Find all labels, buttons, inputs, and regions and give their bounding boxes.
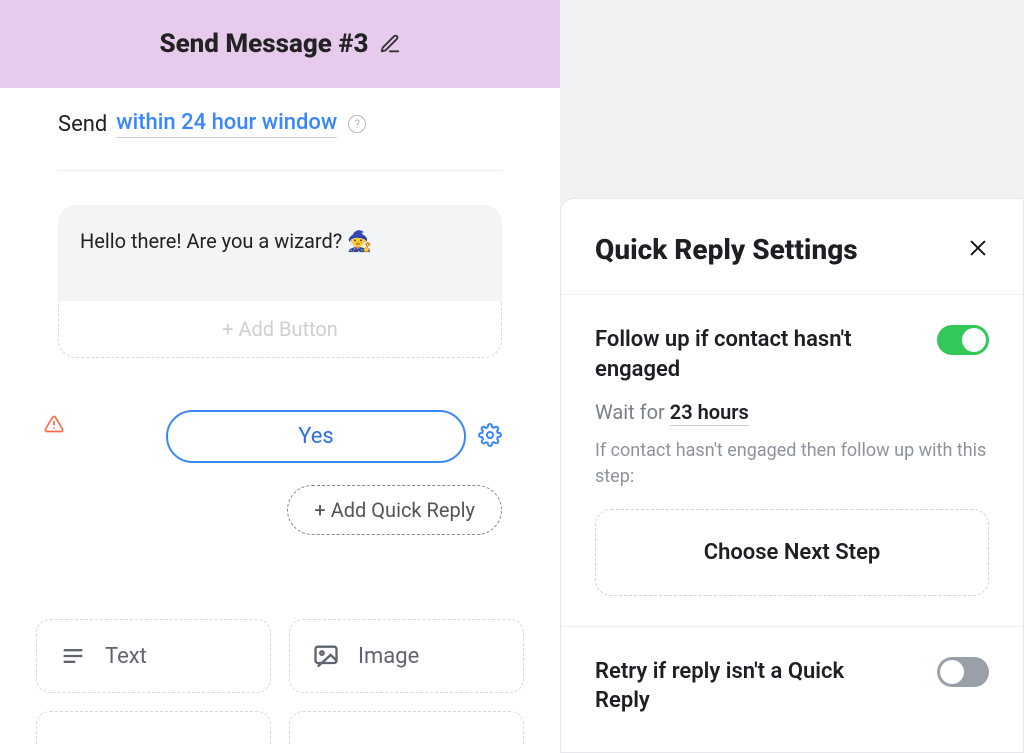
builder-header: Send Message #3 bbox=[0, 0, 560, 88]
panel-title: Quick Reply Settings bbox=[595, 233, 858, 266]
help-icon[interactable]: ? bbox=[348, 115, 366, 133]
app-root: Send Message #3 Send within 24 hour wind… bbox=[0, 0, 1024, 753]
content-type-cards: Text Image bbox=[0, 619, 560, 693]
retry-label: Retry if reply isn't a Quick Reply bbox=[595, 657, 895, 716]
add-image-card[interactable]: Image bbox=[289, 619, 524, 693]
add-quick-reply-button[interactable]: + Add Quick Reply bbox=[287, 485, 502, 535]
add-card-4[interactable] bbox=[289, 711, 524, 745]
warning-icon[interactable] bbox=[44, 414, 64, 438]
wait-value[interactable]: 23 hours bbox=[670, 400, 749, 426]
gear-icon[interactable] bbox=[478, 423, 502, 451]
followup-section: Follow up if contact hasn't engaged Wait… bbox=[561, 295, 1023, 627]
choose-next-step-button[interactable]: Choose Next Step bbox=[595, 509, 989, 596]
panel-header: Quick Reply Settings bbox=[561, 199, 1023, 295]
add-button[interactable]: + Add Button bbox=[58, 301, 502, 358]
quick-reply-pill[interactable]: Yes bbox=[166, 410, 466, 463]
content-type-cards-2 bbox=[0, 711, 560, 745]
quick-reply-row: Yes bbox=[58, 410, 502, 463]
followup-label: Follow up if contact hasn't engaged bbox=[595, 325, 895, 384]
send-timing-link[interactable]: within 24 hour window bbox=[116, 110, 337, 138]
add-quick-reply-row: + Add Quick Reply bbox=[58, 485, 502, 535]
retry-row: Retry if reply isn't a Quick Reply bbox=[595, 657, 989, 716]
wait-prefix: Wait for bbox=[595, 400, 665, 424]
message-builder-pane: Send Message #3 Send within 24 hour wind… bbox=[0, 0, 560, 753]
message-block: Hello there! Are you a wizard? 🧙 + Add B… bbox=[58, 205, 502, 358]
settings-pane: Quick Reply Settings Follow up if contac… bbox=[560, 0, 1024, 753]
close-icon[interactable] bbox=[967, 237, 989, 263]
divider bbox=[58, 170, 502, 171]
add-text-card[interactable]: Text bbox=[36, 619, 271, 693]
followup-toggle[interactable] bbox=[937, 325, 989, 355]
builder-content: Send within 24 hour window ? Hello there… bbox=[0, 88, 560, 547]
add-image-label: Image bbox=[358, 644, 419, 669]
add-text-label: Text bbox=[105, 644, 147, 669]
retry-toggle[interactable] bbox=[937, 657, 989, 687]
followup-row: Follow up if contact hasn't engaged bbox=[595, 325, 989, 384]
edit-title-icon[interactable] bbox=[379, 33, 401, 55]
retry-section: Retry if reply isn't a Quick Reply bbox=[561, 627, 1023, 728]
send-timing-row: Send within 24 hour window ? bbox=[58, 110, 502, 138]
message-text[interactable]: Hello there! Are you a wizard? 🧙 bbox=[58, 205, 502, 301]
add-card-3[interactable] bbox=[36, 711, 271, 745]
wait-line: Wait for 23 hours bbox=[595, 400, 989, 424]
quick-reply-settings-panel: Quick Reply Settings Follow up if contac… bbox=[560, 198, 1024, 753]
followup-helper: If contact hasn't engaged then follow up… bbox=[595, 438, 989, 488]
send-timing-prefix: Send bbox=[58, 112, 107, 137]
builder-title: Send Message #3 bbox=[159, 29, 368, 59]
